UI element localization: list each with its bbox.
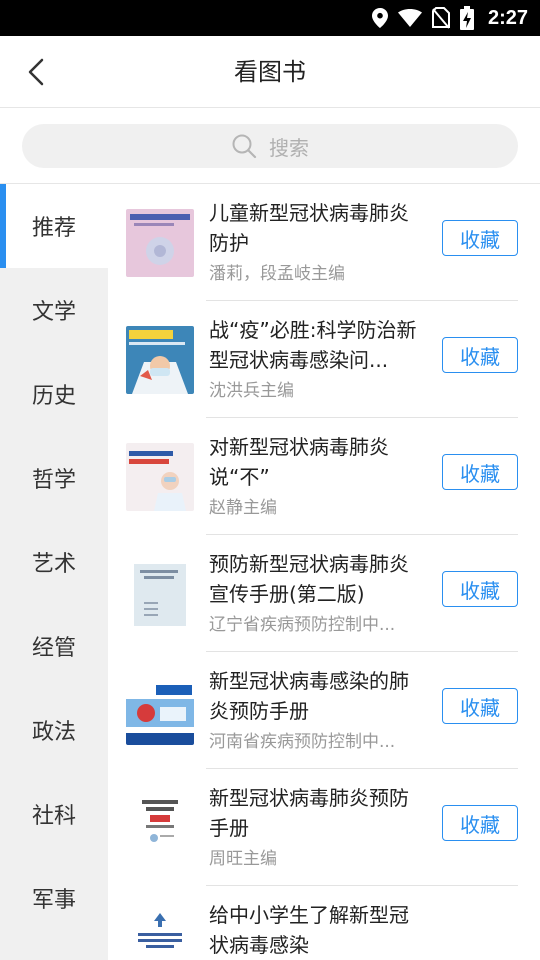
list-item[interactable]: 战“疫”必胜:科学防治新型冠状病毒感染问... 沈洪兵主编 收藏 — [108, 301, 540, 418]
book-title: 预防新型冠状病毒肺炎宣传手册(第二版) — [209, 552, 409, 606]
book-author: 河南省疾病预防控制中... — [209, 732, 396, 752]
book-title: 儿童新型冠状病毒肺炎防护 — [209, 201, 409, 255]
no-sim-icon — [431, 7, 450, 29]
book-title: 给中小学生了解新型冠状病毒感染 — [209, 903, 409, 957]
book-title: 战“疫”必胜:科学防治新型冠状病毒感染问... — [209, 318, 417, 372]
search-bar: 搜索 — [0, 108, 540, 184]
category-label: 推荐 — [31, 216, 76, 241]
category-label: 社科 — [31, 804, 76, 829]
favorite-button[interactable]: 收藏 — [442, 454, 518, 490]
favorite-button[interactable]: 收藏 — [442, 688, 518, 724]
book-cover — [126, 443, 194, 511]
app-header: 看图书 — [0, 36, 540, 108]
search-placeholder: 搜索 — [269, 135, 309, 160]
list-item[interactable]: 预防新型冠状病毒肺炎宣传手册(第二版) 辽宁省疾病预防控制中... 收藏 — [108, 535, 540, 652]
book-title: 对新型冠状病毒肺炎说“不” — [209, 435, 389, 489]
category-label: 文学 — [31, 300, 76, 325]
wifi-icon — [397, 9, 422, 27]
favorite-button[interactable]: 收藏 — [442, 337, 518, 373]
book-author: 辽宁省疾病预防控制中... — [209, 615, 396, 635]
book-cover — [126, 911, 194, 960]
category-wenxue[interactable]: 文学 — [0, 268, 108, 352]
list-item[interactable]: 新型冠状病毒感染的肺炎预防手册 河南省疾病预防控制中... 收藏 — [108, 652, 540, 769]
favorite-button[interactable]: 收藏 — [442, 805, 518, 841]
list-item[interactable]: 对新型冠状病毒肺炎说“不” 赵静主编 收藏 — [108, 418, 540, 535]
location-icon — [371, 8, 388, 28]
book-author: 周旺主编 — [209, 849, 277, 869]
book-cover — [126, 209, 194, 277]
status-icons: 2:27 — [371, 0, 528, 36]
book-author: 潘莉，段孟岐主编 — [209, 264, 345, 284]
category-label: 历史 — [31, 384, 76, 409]
list-item[interactable]: 给中小学生了解新型冠状病毒感染 — [108, 886, 540, 960]
favorite-button[interactable]: 收藏 — [442, 571, 518, 607]
category-tuijian[interactable]: 推荐 — [0, 184, 108, 268]
category-lishi[interactable]: 历史 — [0, 352, 108, 436]
category-label: 艺术 — [31, 552, 76, 577]
book-author: 赵静主编 — [209, 498, 277, 518]
category-label: 军事 — [31, 888, 76, 913]
status-bar: 2:27 — [0, 0, 540, 36]
page-title: 看图书 — [234, 58, 306, 86]
book-cover — [126, 560, 194, 628]
category-yishu[interactable]: 艺术 — [0, 520, 108, 604]
list-item[interactable]: 儿童新型冠状病毒肺炎防护 潘莉，段孟岐主编 收藏 — [108, 184, 540, 301]
chevron-left-icon — [28, 58, 44, 86]
category-junshi[interactable]: 军事 — [0, 856, 108, 940]
book-author: 沈洪兵主编 — [209, 381, 294, 401]
category-label: 政法 — [31, 720, 76, 745]
category-label: 哲学 — [31, 468, 76, 493]
battery-charging-icon — [459, 6, 474, 30]
favorite-button[interactable]: 收藏 — [442, 220, 518, 256]
book-cover — [126, 794, 194, 862]
category-zhengfa[interactable]: 政法 — [0, 688, 108, 772]
book-cover — [126, 326, 194, 394]
list-item[interactable]: 新型冠状病毒肺炎预防手册 周旺主编 收藏 — [108, 769, 540, 886]
category-sheke[interactable]: 社科 — [0, 772, 108, 856]
category-label: 经管 — [31, 636, 76, 661]
book-title: 新型冠状病毒肺炎预防手册 — [209, 786, 409, 840]
book-title: 新型冠状病毒感染的肺炎预防手册 — [209, 669, 409, 723]
category-jingguan[interactable]: 经管 — [0, 604, 108, 688]
search-input[interactable]: 搜索 — [22, 124, 518, 168]
category-sidebar: 推荐 文学 历史 哲学 艺术 经管 政法 社科 军事 — [0, 184, 108, 960]
search-icon — [232, 134, 257, 159]
book-list: 儿童新型冠状病毒肺炎防护 潘莉，段孟岐主编 收藏 战“疫”必胜:科学防治新型冠状… — [108, 184, 540, 960]
book-cover — [126, 677, 194, 745]
back-button[interactable] — [14, 50, 58, 94]
status-time: 2:27 — [487, 6, 528, 29]
category-zhexue[interactable]: 哲学 — [0, 436, 108, 520]
